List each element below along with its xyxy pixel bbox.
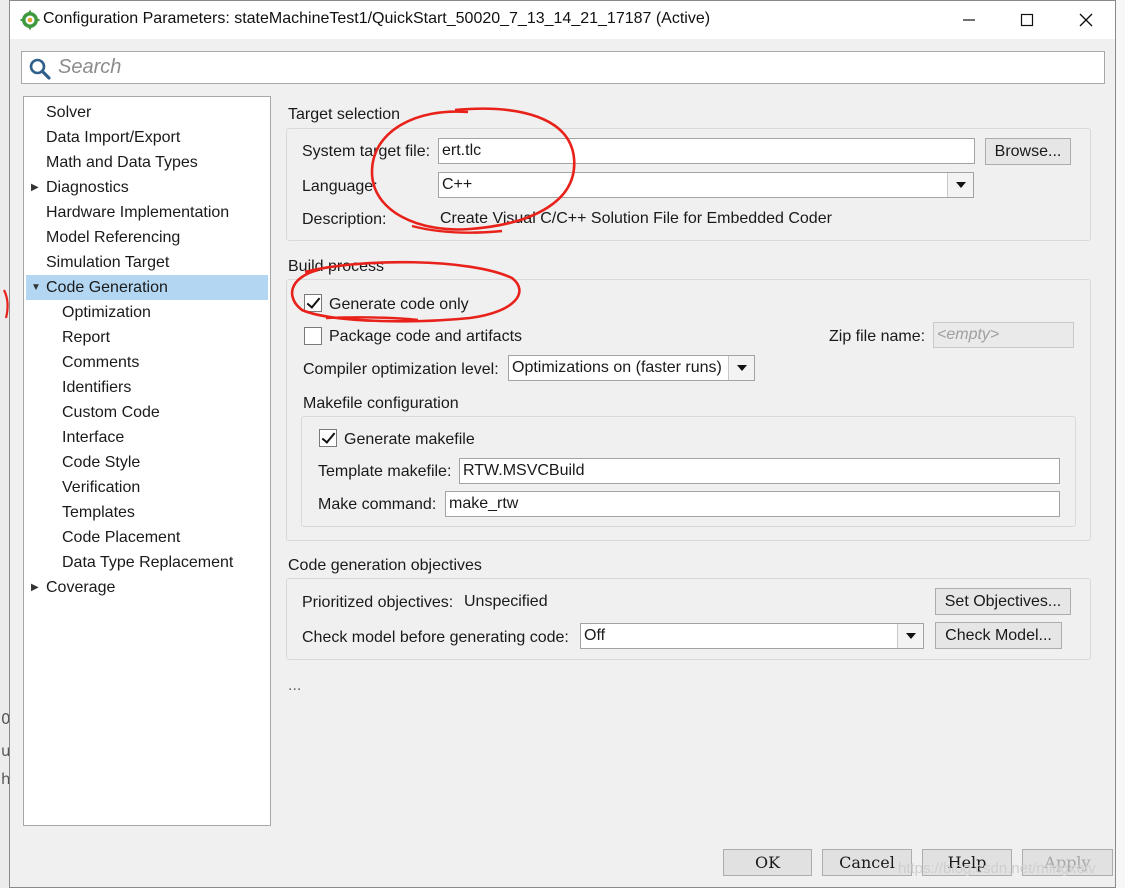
tree-item-label: Verification bbox=[62, 479, 141, 496]
tree-item-label: Diagnostics bbox=[46, 179, 129, 196]
build-process-heading: Build process bbox=[288, 258, 385, 275]
tree-item-math-and-data-types[interactable]: Math and Data Types bbox=[24, 150, 270, 175]
tree-item-label: Comments bbox=[62, 354, 140, 371]
tree-item-label: Data Import/Export bbox=[46, 129, 181, 146]
generate-makefile-checkbox[interactable] bbox=[319, 429, 337, 447]
configuration-parameters-dialog: Configuration Parameters: stateMachineTe… bbox=[9, 0, 1116, 888]
compiler-optimization-label: Compiler optimization level: bbox=[303, 361, 499, 378]
make-command-input[interactable]: make_rtw bbox=[445, 491, 1060, 517]
simulink-app-icon bbox=[20, 10, 40, 30]
tree-item-report[interactable]: Report bbox=[24, 325, 270, 350]
tree-item-interface[interactable]: Interface bbox=[24, 425, 270, 450]
check-model-label: Check model before generating code: bbox=[302, 629, 569, 646]
makefile-configuration-heading: Makefile configuration bbox=[303, 395, 459, 412]
browse-button[interactable]: Browse... bbox=[985, 138, 1071, 165]
expand-arrow-icon[interactable]: ▶ bbox=[31, 175, 39, 200]
tree-item-code-generation[interactable]: ▼ Code Generation bbox=[26, 275, 268, 300]
category-tree[interactable]: Solver Data Import/Export Math and Data … bbox=[23, 96, 271, 826]
target-selection-heading: Target selection bbox=[288, 106, 401, 123]
objectives-heading: Code generation objectives bbox=[288, 557, 482, 574]
template-makefile-input[interactable]: RTW.MSVCBuild bbox=[459, 458, 1060, 484]
tree-item-coverage[interactable]: ▶ Coverage bbox=[24, 575, 270, 600]
compiler-optimization-value: Optimizations on (faster runs) bbox=[512, 359, 722, 376]
check-model-button[interactable]: Check Model... bbox=[935, 622, 1062, 649]
check-model-value: Off bbox=[584, 627, 606, 644]
language-value: C++ bbox=[442, 176, 473, 193]
chevron-down-icon[interactable] bbox=[728, 356, 754, 380]
watermark-text: https://blog.csdn.net/mingxeiv bbox=[898, 860, 1096, 877]
description-label: Description: bbox=[302, 211, 387, 228]
tree-item-code-style[interactable]: Code Style bbox=[24, 450, 270, 475]
tree-item-custom-code[interactable]: Custom Code bbox=[24, 400, 270, 425]
tree-item-label: Coverage bbox=[46, 579, 116, 596]
tree-item-label: Identifiers bbox=[62, 379, 132, 396]
template-makefile-label: Template makefile: bbox=[318, 463, 452, 480]
tree-item-model-referencing[interactable]: Model Referencing bbox=[24, 225, 270, 250]
search-input[interactable] bbox=[56, 55, 1096, 80]
prioritized-objectives-label: Prioritized objectives: bbox=[302, 594, 454, 611]
tree-item-label: Model Referencing bbox=[46, 229, 181, 246]
generate-makefile-label: Generate makefile bbox=[344, 431, 475, 448]
generate-code-only-label: Generate code only bbox=[329, 296, 469, 313]
language-select[interactable]: C++ bbox=[438, 172, 974, 198]
generate-code-only-checkbox[interactable] bbox=[304, 294, 322, 312]
description-value: Create Visual C/C++ Solution File for Em… bbox=[440, 210, 832, 227]
tree-item-label: Hardware Implementation bbox=[46, 204, 230, 221]
minimize-icon bbox=[963, 19, 975, 21]
tree-item-label: Code Placement bbox=[62, 529, 181, 546]
system-target-file-input[interactable]: ert.tlc bbox=[438, 138, 975, 164]
zip-file-name-input[interactable]: <empty> bbox=[933, 322, 1074, 348]
search-icon bbox=[29, 58, 51, 80]
tree-item-label: Interface bbox=[62, 429, 125, 446]
check-model-select[interactable]: Off bbox=[580, 623, 924, 649]
ok-button[interactable]: OK bbox=[723, 849, 812, 876]
chevron-down-icon[interactable] bbox=[947, 173, 973, 197]
compiler-optimization-select[interactable]: Optimizations on (faster runs) bbox=[508, 355, 755, 381]
zip-file-name-label: Zip file name: bbox=[829, 328, 926, 345]
tree-item-simulation-target[interactable]: Simulation Target bbox=[24, 250, 270, 275]
package-code-label: Package code and artifacts bbox=[329, 328, 523, 345]
tree-item-solver[interactable]: Solver bbox=[24, 100, 270, 125]
tree-item-label: Optimization bbox=[62, 304, 151, 321]
set-objectives-button[interactable]: Set Objectives... bbox=[935, 588, 1071, 615]
tree-item-code-placement[interactable]: Code Placement bbox=[24, 525, 270, 550]
tree-item-templates[interactable]: Templates bbox=[24, 500, 270, 525]
background-window-right bbox=[1115, 0, 1125, 888]
chevron-down-icon[interactable] bbox=[897, 624, 923, 648]
tree-item-label: Data Type Replacement bbox=[62, 554, 234, 571]
search-box[interactable] bbox=[21, 51, 1105, 84]
tree-item-label: Code Generation bbox=[46, 279, 168, 296]
tree-item-comments[interactable]: Comments bbox=[24, 350, 270, 375]
tree-item-label: Math and Data Types bbox=[46, 154, 198, 171]
tree-item-label: Solver bbox=[46, 104, 92, 121]
language-label: Language: bbox=[302, 178, 378, 195]
close-icon bbox=[1079, 13, 1093, 27]
tree-item-label: Code Style bbox=[62, 454, 141, 471]
tree-item-data-import-export[interactable]: Data Import/Export bbox=[24, 125, 270, 150]
maximize-icon bbox=[1020, 13, 1034, 27]
tree-item-label: Simulation Target bbox=[46, 254, 170, 271]
tree-item-optimization[interactable]: Optimization bbox=[24, 300, 270, 325]
tree-item-diagnostics[interactable]: ▶ Diagnostics bbox=[24, 175, 270, 200]
collapse-arrow-icon[interactable]: ▼ bbox=[31, 275, 41, 300]
tree-item-label: Custom Code bbox=[62, 404, 160, 421]
minimize-button[interactable] bbox=[940, 1, 998, 39]
maximize-button[interactable] bbox=[998, 1, 1056, 39]
tree-item-label: Report bbox=[62, 329, 111, 346]
close-button[interactable] bbox=[1057, 1, 1115, 39]
window-title: Configuration Parameters: stateMachineTe… bbox=[43, 10, 711, 27]
expand-arrow-icon[interactable]: ▶ bbox=[31, 575, 39, 600]
prioritized-objectives-value: Unspecified bbox=[464, 593, 548, 610]
tree-item-verification[interactable]: Verification bbox=[24, 475, 270, 500]
tree-item-label: Templates bbox=[62, 504, 135, 521]
system-target-file-label: System target file: bbox=[302, 143, 431, 160]
make-command-label: Make command: bbox=[318, 496, 437, 513]
tree-item-identifiers[interactable]: Identifiers bbox=[24, 375, 270, 400]
title-bar: Configuration Parameters: stateMachineTe… bbox=[10, 1, 1115, 39]
more-indicator: ... bbox=[288, 677, 302, 694]
tree-item-hardware-implementation[interactable]: Hardware Implementation bbox=[24, 200, 270, 225]
tree-item-data-type-replacement[interactable]: Data Type Replacement bbox=[24, 550, 270, 575]
package-code-checkbox[interactable] bbox=[304, 327, 322, 345]
